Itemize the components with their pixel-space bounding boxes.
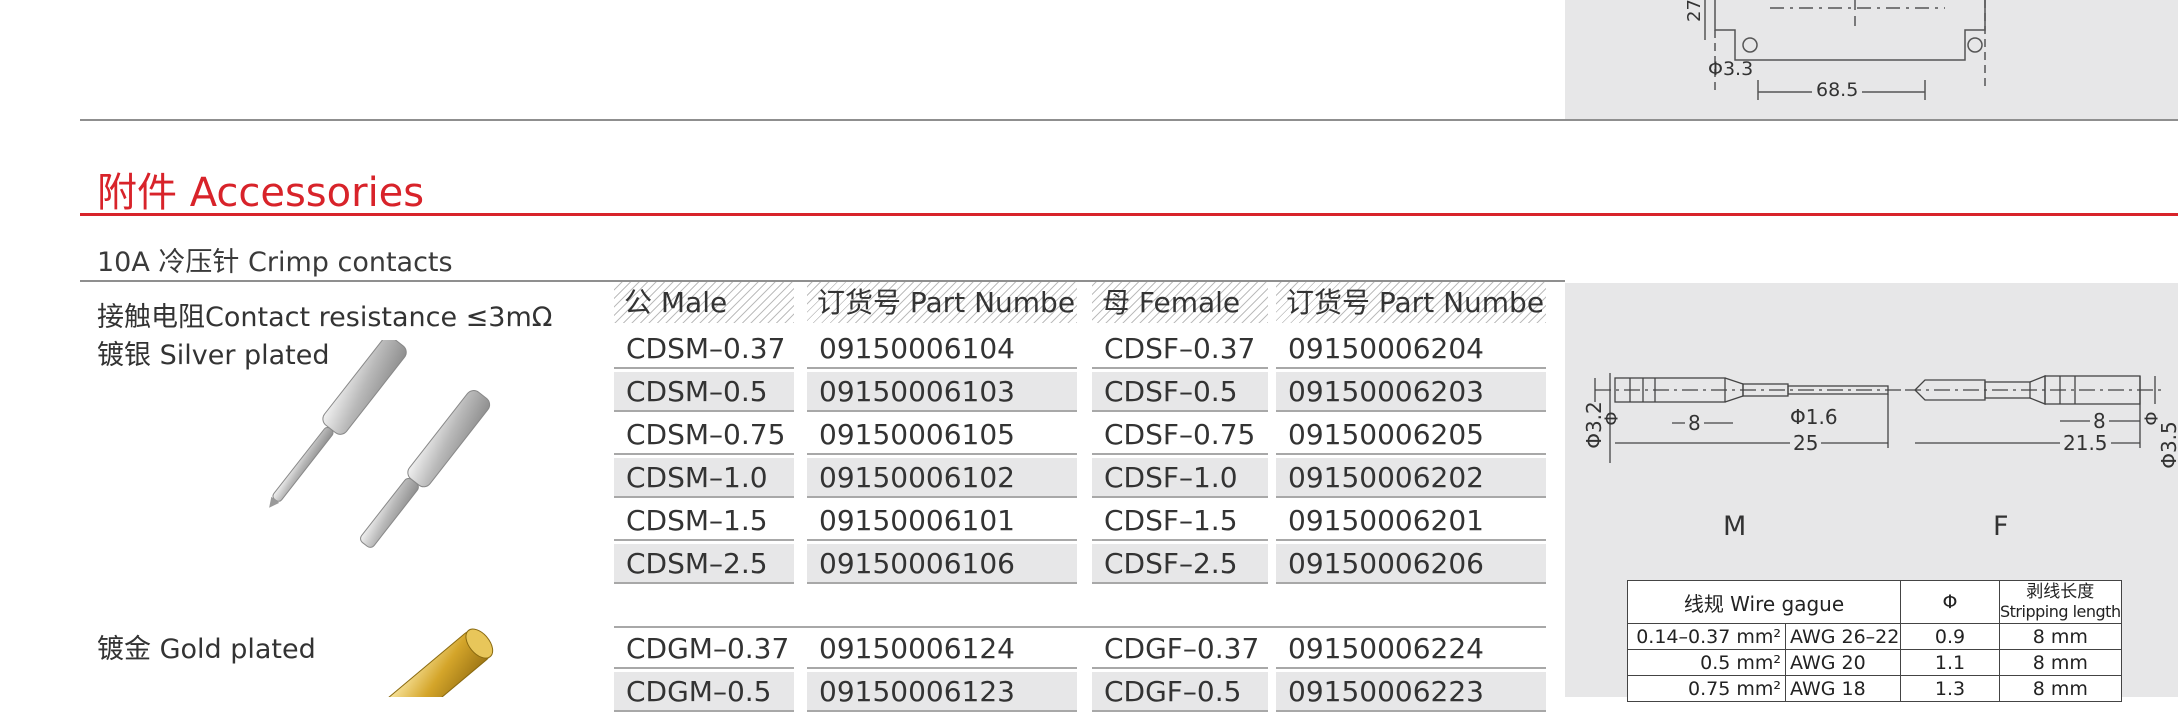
silver-contacts-image xyxy=(269,340,491,548)
female-model: CDSF–0.37 xyxy=(1092,329,1268,369)
housing-drawing xyxy=(1704,0,1986,100)
gold-contact-image xyxy=(383,628,494,697)
female-model: CDSF–2.5 xyxy=(1092,544,1268,584)
header-female: 母 Female xyxy=(1092,282,1268,323)
wire-phi: 0.9 xyxy=(1900,623,2000,650)
female-part-number: 09150006201 xyxy=(1276,501,1546,541)
female-model: CDGF–0.5 xyxy=(1092,672,1268,712)
female-label: F xyxy=(1993,511,2009,542)
subsection-title: 10A 冷压针 Crimp contacts xyxy=(97,247,453,278)
section-red-rule xyxy=(80,213,2178,216)
contact-dimension-drawing xyxy=(1594,373,2165,463)
female-part-number: 09150006205 xyxy=(1276,415,1546,455)
female-model: CDGF–0.37 xyxy=(1092,629,1268,669)
dim-height: 27 xyxy=(1683,0,1705,22)
female-model: CDSF–1.0 xyxy=(1092,458,1268,498)
female-part-number: 09150006223 xyxy=(1276,672,1546,712)
table-gap-rule xyxy=(614,626,1546,628)
male-part-number: 09150006102 xyxy=(807,458,1077,498)
male-model: CDSM–1.0 xyxy=(614,458,794,498)
dim-width: 68.5 xyxy=(1812,79,1863,101)
wire-mm: 0.14–0.37 mm² xyxy=(1627,623,1786,650)
male-model: CDSM–0.5 xyxy=(614,372,794,412)
male-pin-diameter: Φ1.6 xyxy=(1790,405,1838,429)
female-part-number: 09150006224 xyxy=(1276,629,1546,669)
wire-phi: 1.1 xyxy=(1900,649,2000,676)
male-length-8: 8 xyxy=(1685,411,1704,435)
female-model: CDSF–0.75 xyxy=(1092,415,1268,455)
wire-awg: AWG 20 xyxy=(1785,649,1901,676)
wire-mm: 0.5 mm² xyxy=(1627,649,1786,676)
wire-awg: AWG 26–22 xyxy=(1785,623,1901,650)
divider-top xyxy=(80,119,2178,121)
male-part-number: 09150006105 xyxy=(807,415,1077,455)
dim-phi: Φ3.3 xyxy=(1708,58,1754,80)
male-model: CDGM–0.37 xyxy=(614,629,794,669)
table-row: 0.75 mm² AWG 18 1.3 8 mm xyxy=(1627,675,2122,702)
wire-spec-table: 线规 Wire gague Φ 剥线长度 Stripping length 0.… xyxy=(1627,580,2122,702)
male-model: CDGM–0.5 xyxy=(614,672,794,712)
wire-strip: 8 mm xyxy=(1999,649,2122,676)
female-part-number: 09150006203 xyxy=(1276,372,1546,412)
header-male-part-number: 订货号 Part Number xyxy=(807,282,1077,323)
female-outer-diameter: Φ3.5 xyxy=(2156,421,2178,469)
male-part-number: 09150006124 xyxy=(807,629,1077,669)
header-strip-cn: 剥线长度 xyxy=(2026,582,2095,602)
contact-resistance-note: 接触电阻Contact resistance ≤3mΩ xyxy=(97,302,553,333)
female-length-8: 8 xyxy=(2090,409,2109,433)
male-model: CDSM–0.75 xyxy=(614,415,794,455)
female-length-21-5: 21.5 xyxy=(2060,431,2111,455)
wire-strip: 8 mm xyxy=(1999,675,2122,702)
header-wire-gauge: 线规 Wire gague xyxy=(1627,580,1901,624)
header-strip-en: Stripping length xyxy=(2000,602,2121,621)
male-part-number: 09150006104 xyxy=(807,329,1077,369)
section-title: 附件 Accessories xyxy=(97,170,425,216)
male-model: CDSM–2.5 xyxy=(614,544,794,584)
header-male: 公 Male xyxy=(614,282,794,323)
wire-strip: 8 mm xyxy=(1999,623,2122,650)
header-phi: Φ xyxy=(1900,580,2000,624)
table-row: 0.14–0.37 mm² AWG 26–22 0.9 8 mm xyxy=(1627,623,2122,650)
male-part-number: 09150006103 xyxy=(807,372,1077,412)
female-model: CDSF–1.5 xyxy=(1092,501,1268,541)
male-model: CDSM–1.5 xyxy=(614,501,794,541)
top-drawing-panel: 27 Φ3.3 68.5 xyxy=(1565,0,2178,120)
male-part-number: 09150006106 xyxy=(807,544,1077,584)
header-female-part-number: 订货号 Part Number xyxy=(1276,282,1546,323)
male-part-number: 09150006123 xyxy=(807,672,1077,712)
wire-awg: AWG 18 xyxy=(1785,675,1901,702)
table-row: 0.5 mm² AWG 20 1.1 8 mm xyxy=(1627,649,2122,676)
female-part-number: 09150006206 xyxy=(1276,544,1546,584)
female-model: CDSF–0.5 xyxy=(1092,372,1268,412)
male-part-number: 09150006101 xyxy=(807,501,1077,541)
wire-mm: 0.75 mm² xyxy=(1627,675,1786,702)
male-length-25: 25 xyxy=(1790,431,1822,455)
male-phi-mark: Φ xyxy=(1601,411,1623,426)
female-part-number: 09150006204 xyxy=(1276,329,1546,369)
female-part-number: 09150006202 xyxy=(1276,458,1546,498)
male-model: CDSM–0.37 xyxy=(614,329,794,369)
gold-plated-label: 镀金 Gold plated xyxy=(97,634,316,665)
header-stripping-length: 剥线长度 Stripping length xyxy=(1999,580,2122,624)
male-label: M xyxy=(1723,511,1747,542)
wire-phi: 1.3 xyxy=(1900,675,2000,702)
